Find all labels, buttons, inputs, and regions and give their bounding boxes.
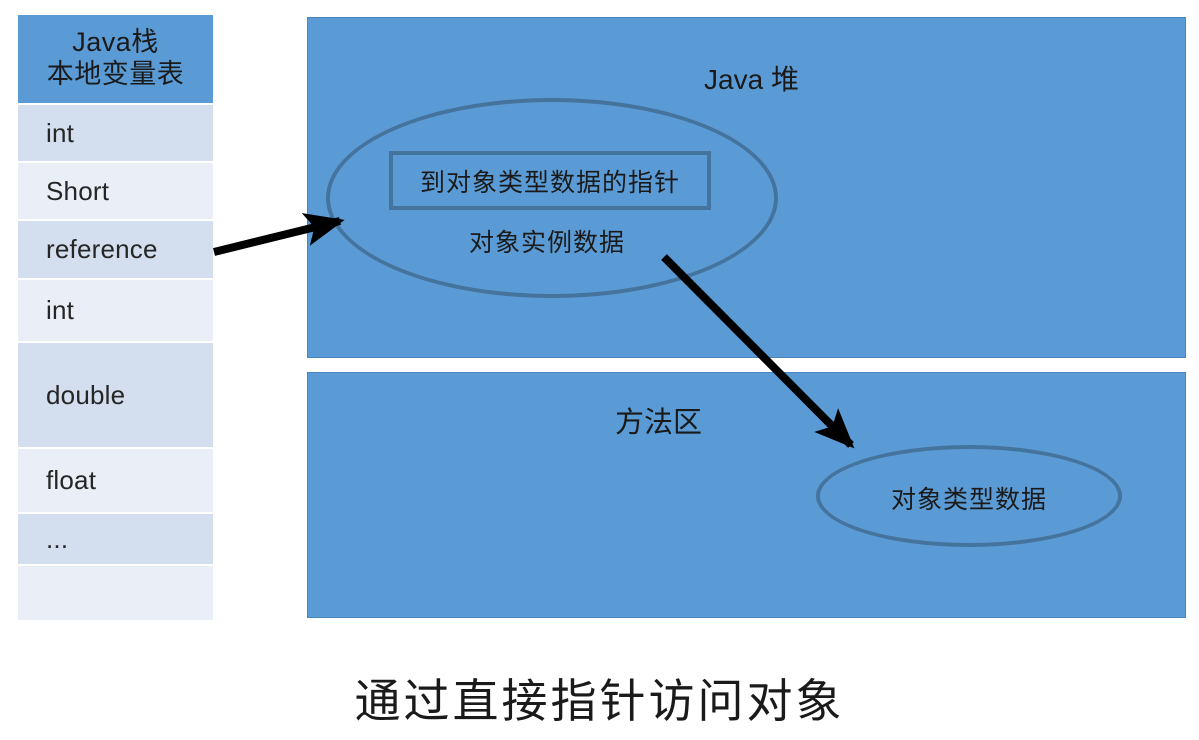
pointer-to-type-data-box: 到对象类型数据的指针 [389, 151, 711, 210]
stack-header-line1: Java栈 [72, 27, 159, 58]
stack-row-double: double [18, 343, 213, 447]
stack-header-line2: 本地变量表 [46, 59, 185, 89]
stack-cell-label: int [46, 295, 75, 325]
object-type-data-label: 对象类型数据 [890, 486, 1047, 514]
method-area-region: 方法区 对象类型数据 [307, 372, 1186, 618]
stack-row-float: float [18, 449, 213, 512]
stack-row-reference: reference [18, 221, 213, 278]
stack-row-int-1: int [18, 105, 213, 161]
java-heap-region: Java 堆 到对象类型数据的指针 对象实例数据 [307, 17, 1186, 358]
stack-cell-label: ... [46, 523, 69, 554]
java-stack-table: Java栈 本地变量表 int Short reference int doub… [18, 15, 213, 620]
stack-cell-label: int [46, 117, 75, 148]
pointer-to-type-data-label: 到对象类型数据的指针 [419, 168, 680, 197]
stack-cell-label: float [46, 465, 97, 495]
java-heap-title: Java 堆 [704, 64, 799, 95]
stack-cell-label: Short [46, 175, 110, 206]
stack-row-ellipsis: ... [18, 514, 213, 564]
stack-table-header: Java栈 本地变量表 [18, 15, 213, 103]
object-instance-data-label: 对象实例数据 [468, 229, 625, 257]
method-area-title: 方法区 [614, 407, 702, 439]
stack-row-int-2: int [18, 280, 213, 341]
diagram-caption: 通过直接指针访问对象 [354, 676, 845, 727]
stack-cell-label: reference [46, 234, 158, 264]
stack-cell-label: double [46, 379, 126, 410]
stack-row-short: Short [18, 163, 213, 219]
diagram-canvas: Java栈 本地变量表 int Short reference int doub… [0, 0, 1199, 740]
stack-row-empty [18, 566, 213, 620]
